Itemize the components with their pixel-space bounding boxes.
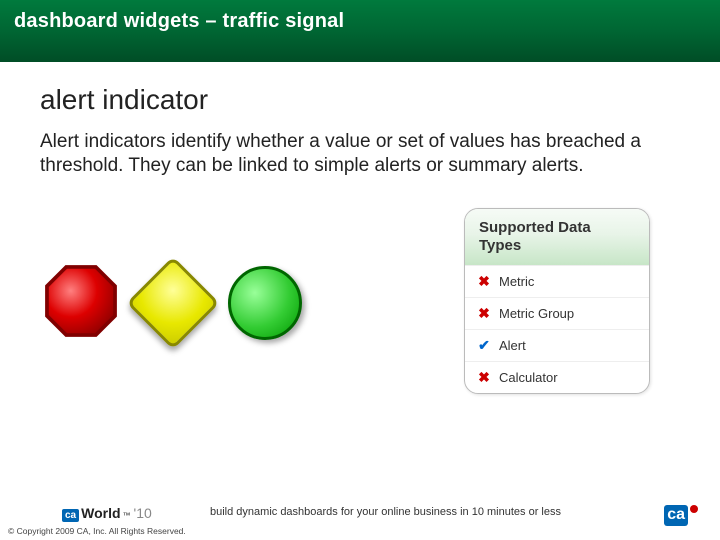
slide-title: dashboard widgets – traffic signal — [14, 10, 720, 33]
trademark-icon: ™ — [123, 511, 131, 520]
ca-badge-icon: ca — [62, 509, 79, 522]
footer-tagline: build dynamic dashboards for your online… — [210, 506, 561, 518]
data-type-label: Metric Group — [499, 306, 574, 321]
unsupported-icon: ✖ — [477, 305, 491, 322]
unsupported-icon: ✖ — [477, 369, 491, 386]
supported-data-types-panel: Supported Data Types ✖ Metric ✖ Metric G… — [464, 208, 650, 394]
data-type-row: ✖ Metric — [465, 266, 649, 298]
data-type-row: ✔ Alert — [465, 330, 649, 362]
panel-header: Supported Data Types — [465, 209, 649, 266]
copyright-text: © Copyright 2009 CA, Inc. All Rights Res… — [8, 526, 186, 536]
go-sign-icon — [228, 266, 302, 340]
data-type-row: ✖ Metric Group — [465, 298, 649, 330]
footer: ca World ™ '10 build dynamic dashboards … — [0, 490, 720, 540]
section-title: alert indicator — [40, 84, 680, 116]
data-type-label: Alert — [499, 338, 526, 353]
section-body: Alert indicators identify whether a valu… — [40, 130, 680, 178]
ca-corner-logo: ca — [664, 505, 698, 526]
red-dot-icon — [690, 505, 698, 513]
traffic-signals — [44, 264, 302, 343]
ca-world-logo: ca World ™ '10 — [62, 505, 152, 522]
supported-icon: ✔ — [477, 337, 491, 354]
ca-badge-icon: ca — [664, 505, 688, 526]
year-text: '10 — [134, 505, 152, 521]
unsupported-icon: ✖ — [477, 273, 491, 290]
stop-sign-icon — [44, 264, 118, 343]
main-row: Supported Data Types ✖ Metric ✖ Metric G… — [40, 208, 680, 394]
data-type-label: Calculator — [499, 370, 558, 385]
data-type-row: ✖ Calculator — [465, 362, 649, 393]
header-bar: dashboard widgets – traffic signal — [0, 0, 720, 62]
world-text: World — [81, 505, 120, 521]
data-type-label: Metric — [499, 274, 534, 289]
content-area: alert indicator Alert indicators identif… — [0, 62, 720, 394]
caution-sign-icon — [134, 264, 212, 342]
